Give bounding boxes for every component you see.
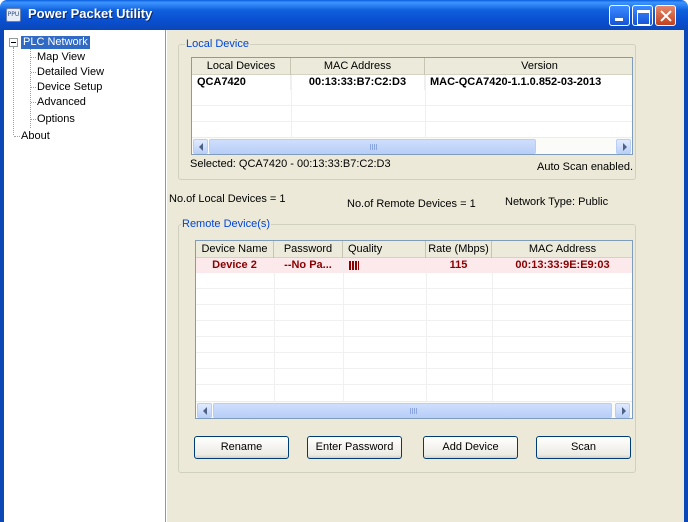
grid-line	[192, 121, 632, 122]
horizontal-scrollbar[interactable]	[196, 401, 632, 418]
scroll-thumb[interactable]	[213, 403, 612, 418]
cell-rate: 115	[426, 258, 492, 273]
scroll-right-icon[interactable]	[616, 139, 631, 154]
scan-button[interactable]: Scan	[536, 436, 631, 459]
scroll-left-icon[interactable]	[197, 403, 212, 418]
cell-device-name: Device 2	[196, 258, 274, 273]
remote-device-count: No.of Remote Devices = 1	[347, 198, 476, 210]
tree-connector	[13, 47, 14, 135]
grid-line	[192, 105, 632, 106]
tree-item-device-setup[interactable]: Device Setup	[30, 81, 102, 94]
grid-line	[426, 258, 427, 401]
cell-version: MAC-QCA7420-1.1.0.852-03-2013	[425, 75, 632, 90]
local-device-group: Local Device Local Devices MAC Address V…	[178, 38, 636, 180]
grid-line	[196, 368, 632, 369]
remote-devices-group: Remote Device(s) Device Name Password Qu…	[178, 218, 636, 473]
tree-item-map-view[interactable]: Map View	[30, 51, 85, 64]
tree-item-detailed-view[interactable]: Detailed View	[30, 66, 104, 79]
local-device-count: No.of Local Devices = 1	[169, 193, 286, 205]
column-header-device-name[interactable]: Device Name	[196, 241, 274, 258]
maximize-button[interactable]	[632, 5, 653, 26]
navigation-tree[interactable]: PLC Network Map View Detailed View Devic…	[4, 30, 166, 522]
tree-item-advanced[interactable]: Advanced	[31, 96, 86, 109]
tree-item-plc-network[interactable]: PLC Network	[21, 36, 90, 49]
auto-scan-status: Auto Scan enabled.	[537, 161, 634, 173]
tree-item-options[interactable]: Options	[31, 113, 75, 126]
add-device-button[interactable]: Add Device	[423, 436, 518, 459]
window-title: Power Packet Utility	[28, 6, 153, 21]
column-header-quality[interactable]: Quality	[343, 241, 426, 258]
scroll-right-icon[interactable]	[615, 403, 630, 418]
network-type: Network Type: Public	[505, 196, 609, 208]
scroll-thumb[interactable]	[209, 139, 536, 154]
grid-line	[196, 336, 632, 337]
close-button[interactable]	[655, 5, 676, 26]
scroll-left-icon[interactable]	[193, 139, 208, 154]
grid-line	[492, 258, 493, 401]
horizontal-scrollbar[interactable]	[192, 137, 632, 154]
grid-line	[196, 320, 632, 321]
enter-password-button[interactable]: Enter Password	[307, 436, 402, 459]
tree-item-about[interactable]: About	[14, 130, 50, 143]
table-row[interactable]: QCA7420 00:13:33:B7:C2:D3 MAC-QCA7420-1.…	[192, 75, 632, 90]
remote-devices-list[interactable]: Device Name Password Quality Rate (Mbps)…	[195, 240, 633, 419]
quality-bars-icon	[349, 260, 359, 270]
list-header: Device Name Password Quality Rate (Mbps)…	[196, 241, 632, 258]
remote-devices-legend: Remote Device(s)	[181, 218, 272, 231]
column-header-local-devices[interactable]: Local Devices	[192, 58, 291, 75]
column-header-version[interactable]: Version	[425, 58, 632, 75]
local-device-legend: Local Device	[185, 38, 250, 51]
window-border-right	[684, 30, 688, 522]
cell-password: --No Pa...	[274, 258, 343, 273]
cell-local-device: QCA7420	[192, 75, 291, 90]
grid-line	[196, 304, 632, 305]
main-panel: Local Device Local Devices MAC Address V…	[167, 30, 684, 522]
tree-connector	[30, 49, 31, 128]
column-header-mac-address[interactable]: MAC Address	[291, 58, 425, 75]
column-header-rate[interactable]: Rate (Mbps)	[426, 241, 492, 258]
tree-collapse-icon[interactable]	[9, 38, 18, 47]
table-row[interactable]: Device 2 --No Pa... 115 00:13:33:9E:E9:0…	[196, 258, 632, 273]
rename-button[interactable]: Rename	[194, 436, 289, 459]
app-icon[interactable]: PPU	[6, 8, 21, 22]
title-bar[interactable]: PPU Power Packet Utility	[0, 0, 688, 30]
grid-line	[196, 288, 632, 289]
selected-device-text: Selected: QCA7420 - 00:13:33:B7:C2:D3	[190, 158, 391, 170]
cell-quality	[343, 258, 426, 273]
minimize-button[interactable]	[609, 5, 630, 26]
cell-mac-address: 00:13:33:B7:C2:D3	[291, 75, 425, 90]
column-header-password[interactable]: Password	[274, 241, 343, 258]
local-devices-list[interactable]: Local Devices MAC Address Version QCA742…	[191, 57, 633, 155]
grid-line	[343, 258, 344, 401]
grid-line	[196, 384, 632, 385]
cell-mac-address: 00:13:33:9E:E9:03	[492, 258, 632, 273]
column-header-mac-address[interactable]: MAC Address	[492, 241, 632, 258]
grid-line	[274, 258, 275, 401]
list-header: Local Devices MAC Address Version	[192, 58, 632, 75]
grid-line	[196, 352, 632, 353]
